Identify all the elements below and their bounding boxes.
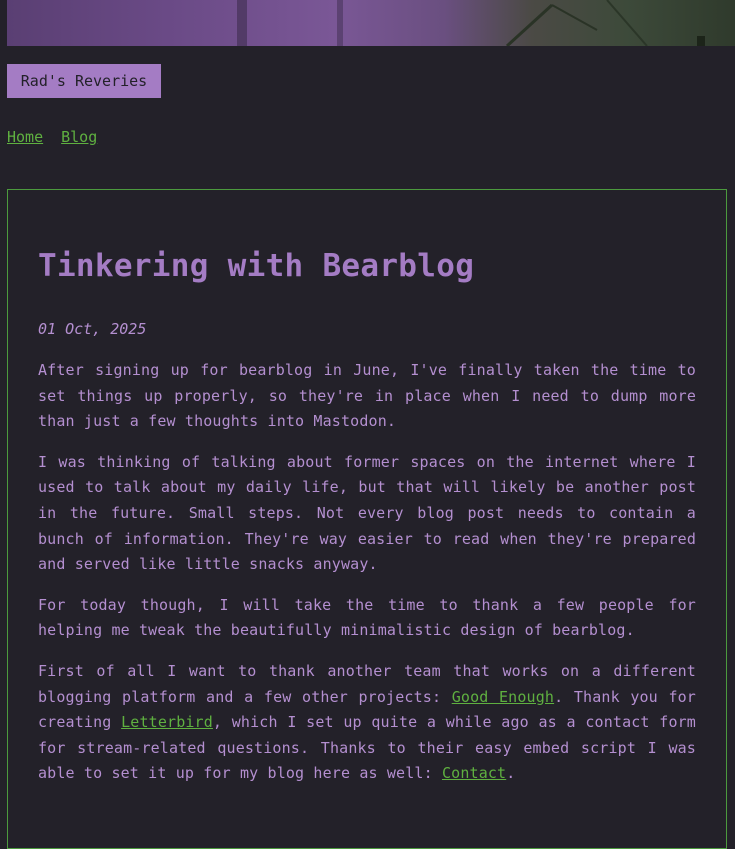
post-paragraph: For today though, I will take the time t… <box>38 595 696 640</box>
post-card: Tinkering with Bearblog 01 Oct, 2025 Aft… <box>7 189 727 849</box>
post-paragraph: First of all I want to thank another tea… <box>38 659 696 787</box>
post-paragraph: After signing up for bearblog in June, I… <box>38 361 696 431</box>
post-body: After signing up for bearblog in June, I… <box>38 358 696 787</box>
site-title-link[interactable]: Rad's Reveries <box>7 64 161 98</box>
header-banner-image <box>7 0 735 46</box>
good-enough-link[interactable]: Good Enough <box>452 688 554 706</box>
main-nav: Home Blog <box>7 128 115 146</box>
letterbird-link[interactable]: Letterbird <box>121 713 213 731</box>
post-paragraph: I was thinking of talking about former s… <box>38 452 696 574</box>
paragraph-text: . <box>506 764 516 783</box>
nav-home-link[interactable]: Home <box>7 128 43 146</box>
post-title: Tinkering with Bearblog <box>38 248 475 284</box>
contact-link[interactable]: Contact <box>442 764 506 782</box>
nav-blog-link[interactable]: Blog <box>61 128 97 146</box>
post-date: 01 Oct, 2025 <box>38 320 147 338</box>
